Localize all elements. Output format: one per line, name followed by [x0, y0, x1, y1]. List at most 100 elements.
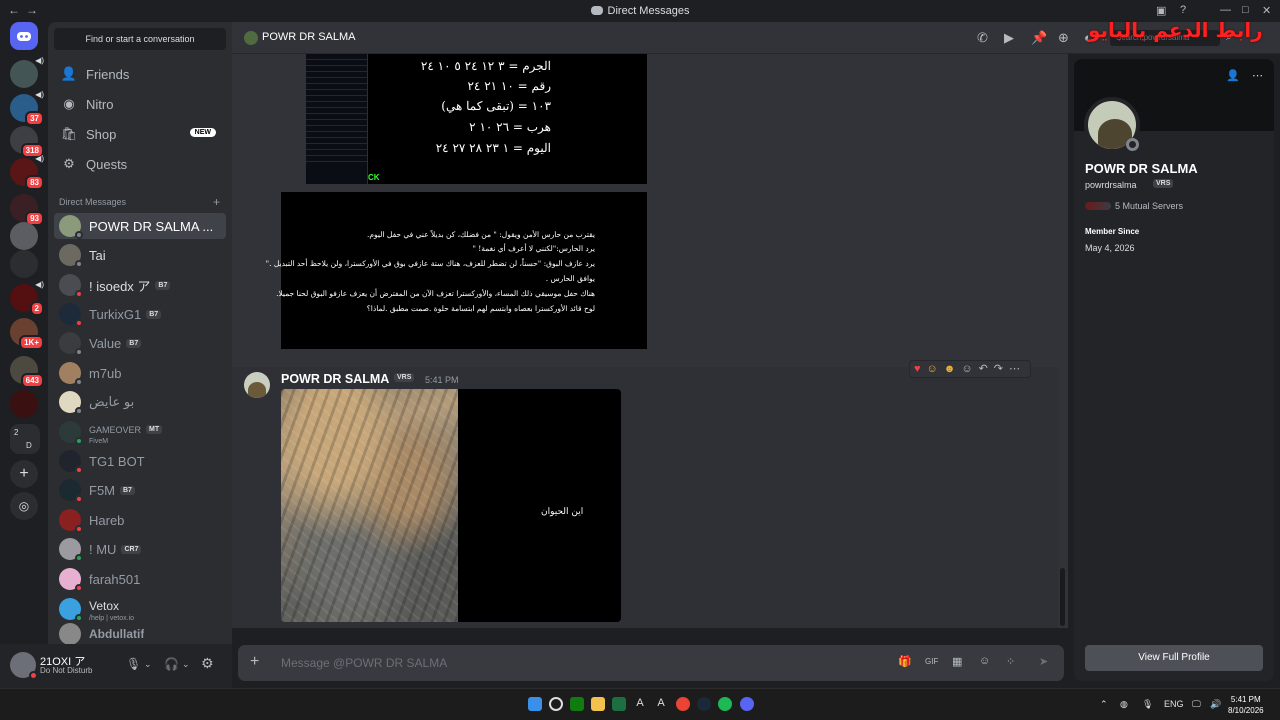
help-icon[interactable]: ? [1180, 4, 1186, 16]
add-server-button[interactable]: + [10, 460, 38, 488]
network-icon[interactable]: 🖵 [1192, 699, 1201, 710]
dm-item[interactable]: Vetox/help | vetox.io [54, 595, 226, 623]
mutual-servers[interactable]: 5 Mutual Servers [1085, 201, 1183, 211]
gif-icon[interactable]: GIF [925, 657, 938, 666]
maximize-button[interactable]: □ [1242, 4, 1249, 16]
settings-gear-icon[interactable]: ⚙ [201, 655, 214, 672]
excel-icon[interactable] [612, 697, 626, 711]
inbox-icon[interactable]: ▣ [1156, 4, 1166, 17]
apps-icon[interactable]: ⁘ [1006, 655, 1015, 668]
discover-icon[interactable]: ◎ [10, 492, 38, 520]
steam-icon[interactable] [697, 697, 711, 711]
video-call-icon[interactable]: ▶ [1004, 30, 1014, 46]
clock[interactable]: 5:41 PM 8/10/2026 [1228, 694, 1264, 716]
message-input[interactable]: Message @POWR DR SALMA [281, 656, 447, 670]
speaker-icon: ◀) [35, 56, 44, 65]
chevron-down-icon[interactable]: ⌄ [182, 659, 190, 670]
heart-reaction-icon[interactable]: ♥ [914, 363, 927, 375]
server-icon[interactable] [10, 390, 38, 418]
font-app-icon[interactable]: A [633, 697, 647, 711]
attachment-image[interactable]: يقترب من حارس الأمن ويقول: " من فضلك، كن… [266, 192, 647, 349]
scrollbar[interactable] [1060, 568, 1065, 626]
server-folder[interactable]: 2D [10, 424, 40, 454]
dm-item[interactable]: Hareb [54, 507, 226, 533]
image-text-line: يوافق الحارس . [545, 274, 595, 283]
gift-icon[interactable]: 🎁 [898, 655, 912, 668]
add-friend-icon[interactable]: 👤 [1226, 69, 1240, 82]
server-icon[interactable]: ◀) 2 [10, 280, 44, 316]
dm-item[interactable]: F5M B7 [54, 477, 226, 503]
find-conversation-button[interactable]: Find or start a conversation [54, 28, 226, 50]
image-text-line: رقم = ١٠ ٢١ ٢٤ [467, 79, 551, 93]
sticker-icon[interactable]: ▦ [952, 655, 962, 668]
message-author[interactable]: POWR DR SALMA [281, 372, 389, 386]
mic-icon[interactable]: 🎙 [1142, 699, 1153, 710]
server-icon[interactable]: ◀) 37 [10, 90, 44, 126]
close-button[interactable]: ✕ [1262, 4, 1271, 17]
dm-item[interactable]: ! MU CR7 [54, 536, 226, 562]
server-icon[interactable] [10, 250, 38, 278]
attachment-image[interactable]: اين الحيوان [281, 389, 621, 622]
attachment-image[interactable]: الجرم = ٣ ١٢ ٢٤ ٥ ١٠ ٢٤ رقم = ١٠ ٢١ ٢٤ ١… [306, 54, 647, 184]
discord-icon[interactable] [740, 697, 754, 711]
dm-item[interactable]: farah501 [54, 566, 226, 592]
dm-item[interactable]: Abdullatif [54, 623, 226, 644]
reply-icon[interactable]: ↶ [979, 363, 994, 375]
server-icon[interactable]: 643 [10, 356, 44, 388]
server-icon[interactable]: ◀) [10, 56, 44, 88]
server-icon[interactable]: ◀) 83 [10, 154, 44, 190]
smile-reaction-icon[interactable]: ☺ [927, 363, 944, 375]
message-composer[interactable]: + Message @POWR DR SALMA 🎁 GIF ▦ ☺ ⁘ ➤ [238, 645, 1064, 681]
add-friend-icon[interactable]: ⊕ [1058, 30, 1069, 46]
dm-item[interactable]: TurkixG1 B7 [54, 301, 226, 327]
status-indicator [75, 231, 83, 239]
chevron-down-icon[interactable]: ⌄ [144, 659, 152, 670]
server-icon[interactable]: 318 [10, 126, 44, 158]
server-icon[interactable]: 1K+ [10, 318, 44, 350]
nav-shop[interactable]: 🛍 Shop NEW [54, 121, 226, 147]
dm-item[interactable]: GAMEOVER MT FiveM [54, 418, 226, 446]
home-button[interactable] [10, 22, 38, 50]
server-icon[interactable]: 93 [10, 194, 44, 226]
nav-nitro[interactable]: ◉ Nitro [54, 91, 226, 117]
spotify-icon[interactable] [718, 697, 732, 711]
laugh-reaction-icon[interactable]: ☻ [944, 363, 962, 375]
tray-chevron-icon[interactable]: ⌃ [1100, 699, 1108, 710]
dm-item[interactable]: m7ub [54, 360, 226, 386]
font-app-icon[interactable]: A [654, 697, 668, 711]
nav-quests[interactable]: ⚙ Quests [54, 151, 226, 177]
dm-item[interactable]: بو عايض [54, 389, 226, 415]
more-icon[interactable]: ⋯ [1252, 69, 1263, 82]
pin-icon[interactable]: 📌 [1031, 30, 1047, 46]
language-indicator[interactable]: ENG [1164, 699, 1184, 709]
file-explorer-icon[interactable] [591, 697, 605, 711]
server-icon[interactable] [10, 222, 38, 250]
dm-item[interactable]: Tai [54, 242, 226, 268]
message-avatar[interactable] [244, 372, 270, 398]
user-avatar[interactable] [10, 652, 38, 680]
add-reaction-icon[interactable]: ☺ [961, 363, 978, 375]
chrome-icon[interactable] [676, 697, 690, 711]
xbox-icon[interactable] [570, 697, 584, 711]
forward-icon[interactable]: ↷ [994, 363, 1009, 375]
minimize-button[interactable]: — [1220, 4, 1231, 16]
headphones-icon[interactable]: 🎧 [164, 657, 179, 671]
tray-app-icon[interactable]: ◍ [1120, 699, 1128, 710]
view-full-profile-button[interactable]: View Full Profile [1085, 645, 1263, 671]
dm-item[interactable]: TG1 BOT [54, 448, 226, 474]
create-dm-icon[interactable]: + [213, 195, 220, 209]
dm-item[interactable]: ! isoedx ア B7 [54, 272, 226, 298]
send-icon[interactable]: ➤ [1039, 655, 1048, 668]
dm-item[interactable]: Value B7 [54, 330, 226, 356]
emoji-icon[interactable]: ☺ [979, 655, 990, 667]
start-icon[interactable] [528, 697, 542, 711]
search-icon[interactable] [549, 697, 563, 711]
more-icon[interactable]: ⋯ [1009, 363, 1026, 375]
mic-icon[interactable]: 🎙 [126, 657, 141, 671]
voice-call-icon[interactable]: ✆ [977, 30, 988, 46]
avatar [59, 362, 83, 386]
volume-icon[interactable]: 🔊 [1210, 699, 1221, 710]
attach-icon[interactable]: + [250, 653, 259, 671]
nav-friends[interactable]: 👤 Friends [54, 61, 226, 87]
dm-item[interactable]: POWR DR SALMA ... [54, 213, 226, 239]
